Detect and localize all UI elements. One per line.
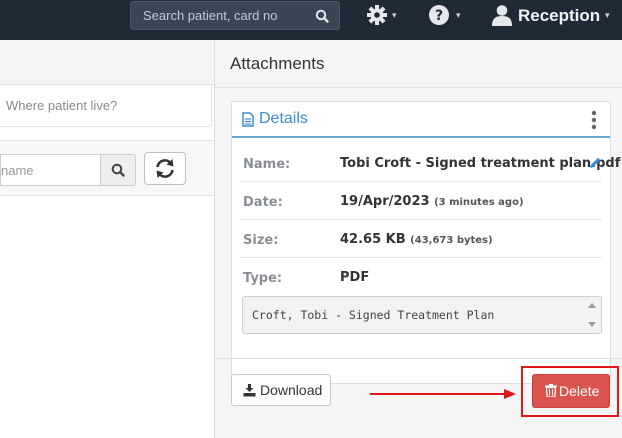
user-menu[interactable]: Reception ▾ xyxy=(490,4,620,26)
patient-toolbar xyxy=(0,140,214,196)
top-navbar: ▾ ? ▾ Reception ▾ xyxy=(0,0,622,40)
name-search-input[interactable] xyxy=(0,154,100,186)
date-value: 19/Apr/2023 (3 minutes ago) xyxy=(340,194,524,209)
detail-row-size: Size: 42.65 KB (43,673 bytes) xyxy=(232,220,610,258)
patient-location-field[interactable]: Where patient live? xyxy=(0,85,212,127)
caret-down-icon: ▾ xyxy=(456,10,461,20)
divider xyxy=(215,87,622,88)
delete-label: Delete xyxy=(559,383,600,399)
file-text-icon xyxy=(242,112,254,127)
description-textarea[interactable]: Croft, Tobi - Signed Treatment Plan xyxy=(242,296,602,334)
more-vertical-icon[interactable] xyxy=(590,110,598,130)
detail-row-date: Date: 19/Apr/2023 (3 minutes ago) xyxy=(232,182,610,220)
svg-text:?: ? xyxy=(435,8,443,24)
refresh-button[interactable] xyxy=(144,152,186,185)
detail-label: Name: xyxy=(243,157,291,172)
delete-button[interactable]: Delete xyxy=(532,374,610,408)
attachments-title: Attachments xyxy=(230,54,325,73)
search-icon[interactable] xyxy=(311,6,333,26)
settings-menu[interactable]: ▾ xyxy=(366,4,406,26)
date-relative: (3 minutes ago) xyxy=(434,197,524,208)
file-name-text: Tobi Croft - Signed treatment plan.pdf xyxy=(340,156,621,171)
caret-down-icon: ▾ xyxy=(392,10,397,20)
pencil-icon[interactable] xyxy=(588,156,602,170)
size-bytes: (43,673 bytes) xyxy=(410,235,493,246)
detail-row-name: Name: Tobi Croft - Signed treatment plan… xyxy=(232,144,620,182)
download-label: Download xyxy=(260,382,323,398)
size-text: 42.65 KB xyxy=(340,232,406,247)
user-label: Reception xyxy=(518,6,601,25)
detail-label: Type: xyxy=(243,271,283,286)
location-placeholder: Where patient live? xyxy=(6,98,118,113)
details-card: Details Name: Tobi Croft - Signed treatm… xyxy=(231,101,620,384)
details-card-header: Details xyxy=(232,102,610,138)
caret-down-icon: ▾ xyxy=(605,10,610,20)
detail-row-type: Type: PDF xyxy=(232,258,610,296)
patient-search-input[interactable] xyxy=(131,2,306,29)
help-menu[interactable]: ? ▾ xyxy=(428,4,468,26)
date-text: 19/Apr/2023 xyxy=(340,194,430,209)
description-text: Croft, Tobi - Signed Treatment Plan xyxy=(252,308,495,322)
divider xyxy=(215,358,622,359)
file-name-value: Tobi Croft - Signed treatment plan.pdf xyxy=(340,156,620,171)
type-value: PDF xyxy=(340,270,369,285)
download-icon xyxy=(243,384,256,397)
patient-panel: Where patient live? xyxy=(0,40,214,438)
textarea-scrollbar[interactable] xyxy=(587,301,597,329)
arrow-right-icon xyxy=(370,389,516,399)
type-text: PDF xyxy=(340,270,370,285)
details-title: Details xyxy=(259,110,308,127)
panel-header xyxy=(0,40,214,85)
patient-search xyxy=(130,1,340,30)
trash-icon xyxy=(545,384,557,397)
name-search-button[interactable] xyxy=(100,154,136,186)
download-button[interactable]: Download xyxy=(231,374,331,406)
detail-label: Date: xyxy=(243,195,283,210)
size-value: 42.65 KB (43,673 bytes) xyxy=(340,232,493,247)
detail-label: Size: xyxy=(243,233,279,248)
